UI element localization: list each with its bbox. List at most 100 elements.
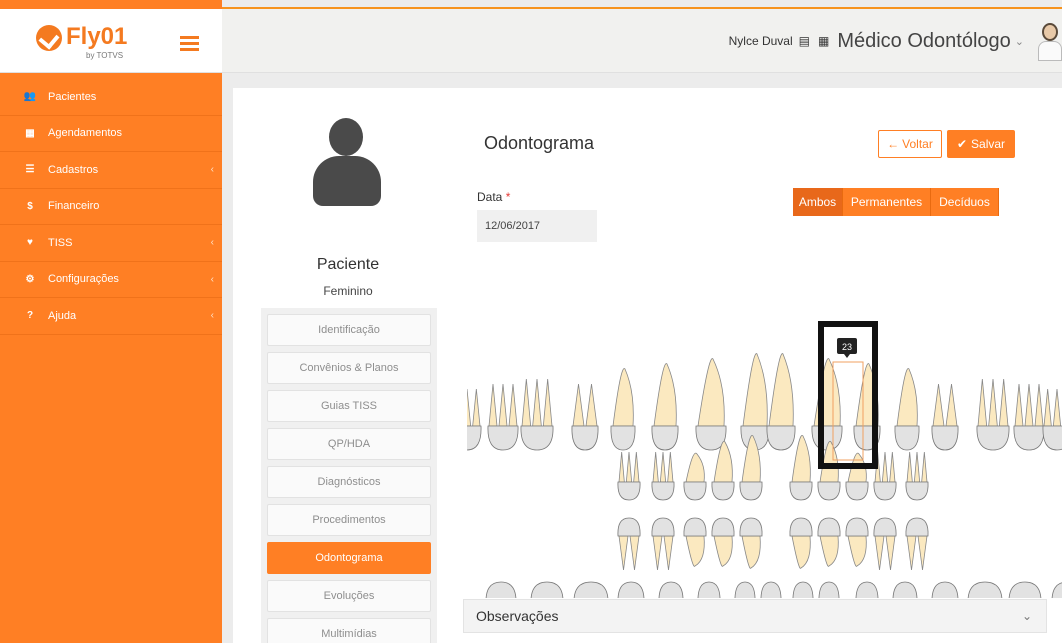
tab-diagn-sticos[interactable]: Diagnósticos (267, 466, 431, 498)
hamburger-menu-icon[interactable] (180, 36, 199, 51)
tooth-upper-deciduous-6[interactable] (789, 435, 813, 501)
patient-sex: Feminino (323, 284, 373, 298)
tooth-lower-deciduous-9[interactable] (873, 517, 897, 571)
sidebar-item-label: TISS (48, 236, 73, 249)
salvar-button[interactable]: ✔ Salvar (947, 130, 1015, 158)
user-avatar[interactable] (1038, 21, 1062, 61)
arrow-left-icon: ← (887, 137, 900, 151)
tab-procedimentos[interactable]: Procedimentos (267, 504, 431, 536)
tab-conv-nios-planos[interactable]: Convênios & Planos (267, 352, 431, 384)
page-title: Odontograma (484, 133, 595, 153)
voltar-button[interactable]: ← Voltar (878, 130, 942, 158)
fly01-logo[interactable]: Fly01 by TOTVS (36, 23, 146, 63)
tab-guias-tiss[interactable]: Guias TISS (267, 390, 431, 422)
segment-dec-duos[interactable]: Decíduos (931, 188, 999, 216)
odontogram-chart[interactable]: 23 (467, 236, 1062, 598)
id-card-icon[interactable]: ▤ (799, 34, 810, 48)
tooth-upper-deciduous-4[interactable] (711, 440, 735, 501)
tooth-upper-permanent-9[interactable] (766, 353, 796, 451)
tooth-upper-permanent-8[interactable] (740, 353, 770, 451)
tab-evolu-es[interactable]: Evoluções (267, 580, 431, 612)
grid-apps-icon[interactable]: ▦ (818, 34, 829, 48)
patient-label: Paciente (316, 256, 380, 273)
segment-ambos[interactable]: Ambos (793, 188, 843, 216)
tooth-upper-deciduous-2[interactable] (651, 451, 675, 501)
tooth-lower-permanent-7[interactable] (734, 581, 756, 598)
tooth-upper-permanent-4[interactable] (571, 383, 599, 451)
chevron-left-icon: ‹ (210, 273, 214, 285)
user-area[interactable]: Nylce Duval ▤ ▦ Médico Odontólogo ⌄ (729, 9, 1062, 73)
content-panel: Paciente Feminino Identificação Convênios… (233, 88, 1062, 643)
tooth-lower-deciduous-3[interactable] (683, 517, 707, 567)
tooth-lower-permanent-3[interactable] (573, 581, 609, 598)
tooth-upper-deciduous-3[interactable] (683, 452, 707, 501)
tooth-lower-deciduous-4[interactable] (711, 517, 735, 567)
voltar-label: Voltar (902, 137, 933, 151)
calendar-icon: ▦ (25, 127, 35, 139)
sidebar-item-configura-es[interactable]: ⚙ Configurações ‹ (0, 262, 222, 298)
tooth-lower-permanent-2[interactable] (530, 581, 564, 598)
segment-permanentes[interactable]: Permanentes (843, 188, 931, 216)
tooth-lower-permanent-11[interactable] (855, 581, 879, 598)
tab-odontograma[interactable]: Odontograma (267, 542, 431, 574)
tooth-upper-permanent-1[interactable] (467, 388, 482, 451)
chevron-down-icon[interactable]: ⌄ (1022, 609, 1032, 623)
tab-qp-hda[interactable]: QP/HDA (267, 428, 431, 460)
sidebar-item-pacientes[interactable]: 👥 Pacientes (0, 79, 222, 116)
tooth-lower-deciduous-8[interactable] (845, 517, 869, 567)
list-icon: ☰ (25, 164, 35, 176)
sidebar-item-agendamentos[interactable]: ▦ Agendamentos (0, 116, 222, 152)
top-header: Nylce Duval ▤ ▦ Médico Odontólogo ⌄ (222, 9, 1062, 73)
tooth-lower-permanent-4[interactable] (617, 581, 645, 598)
heart-pulse-icon: ♥ (27, 237, 33, 249)
tooth-lower-permanent-5[interactable] (658, 581, 684, 598)
logo-name: Fly01 (66, 23, 128, 50)
tooth-lower-permanent-15[interactable] (1008, 581, 1042, 598)
tooth-lower-permanent-16[interactable] (1051, 582, 1062, 598)
observacoes-panel[interactable]: Observações ⌄ (463, 599, 1047, 633)
tab-identifica-o[interactable]: Identificação (267, 314, 431, 346)
tooth-lower-permanent-6[interactable] (697, 581, 721, 598)
tooth-upper-permanent-13[interactable] (931, 383, 959, 451)
sidebar-item-label: Cadastros (48, 163, 99, 176)
tooth-lower-permanent-10[interactable] (818, 581, 840, 598)
chevron-down-icon[interactable]: ⌄ (1015, 35, 1024, 48)
tooth-upper-permanent-14[interactable] (976, 378, 1010, 451)
tooth-upper-permanent-10[interactable] (811, 358, 843, 451)
tooth-lower-permanent-1[interactable] (485, 581, 517, 598)
tooth-upper-permanent-7[interactable] (695, 358, 727, 451)
tooth-upper-permanent-15[interactable] (1013, 383, 1045, 451)
tooth-lower-permanent-9[interactable] (792, 581, 814, 598)
tab-multim-dias[interactable]: Multimídias (267, 618, 431, 643)
sidebar-item-financeiro[interactable]: $ Financeiro (0, 189, 222, 225)
tooth-lower-permanent-12[interactable] (892, 581, 918, 598)
tooth-lower-permanent-13[interactable] (931, 581, 959, 598)
tooth-upper-permanent-16[interactable] (1042, 388, 1062, 451)
tooth-upper-deciduous-1[interactable] (617, 451, 641, 501)
sidebar-item-label: Agendamentos (48, 127, 122, 140)
tooth-upper-permanent-3[interactable] (520, 378, 554, 451)
sidebar-menu: 👥 Pacientes ▦ Agendamentos ☰ Cadastros ‹ $ Finan… (0, 79, 222, 335)
tooth-lower-deciduous-1[interactable] (617, 517, 641, 571)
sidebar-item-cadastros[interactable]: ☰ Cadastros ‹ (0, 152, 222, 189)
tooth-lower-deciduous-2[interactable] (651, 517, 675, 571)
tooth-upper-permanent-6[interactable] (651, 363, 679, 451)
tooth-lower-deciduous-7[interactable] (817, 517, 841, 567)
tooth-lower-deciduous-6[interactable] (789, 517, 813, 569)
tooth-lower-permanent-8[interactable] (760, 581, 782, 598)
sidebar-item-tiss[interactable]: ♥ TISS ‹ (0, 225, 222, 262)
logo-mark-icon (36, 25, 62, 51)
logo-subtitle: by TOTVS (86, 51, 124, 60)
tooth-lower-deciduous-5[interactable] (739, 517, 763, 569)
observacoes-label: Observações (476, 608, 559, 624)
tooth-upper-permanent-2[interactable] (487, 383, 519, 451)
tooth-lower-deciduous-10[interactable] (905, 517, 929, 571)
sidebar-item-label: Configurações (48, 273, 119, 286)
sidebar-item-ajuda[interactable]: ? Ajuda ‹ (0, 298, 222, 335)
brand-area: Fly01 by TOTVS (0, 9, 222, 73)
tooth-upper-permanent-5[interactable] (610, 368, 636, 451)
data-field-label: Data * (477, 190, 511, 204)
tooth-upper-permanent-12[interactable] (894, 368, 920, 451)
tooth-upper-deciduous-10[interactable] (905, 451, 929, 501)
tooth-lower-permanent-14[interactable] (967, 581, 1003, 598)
